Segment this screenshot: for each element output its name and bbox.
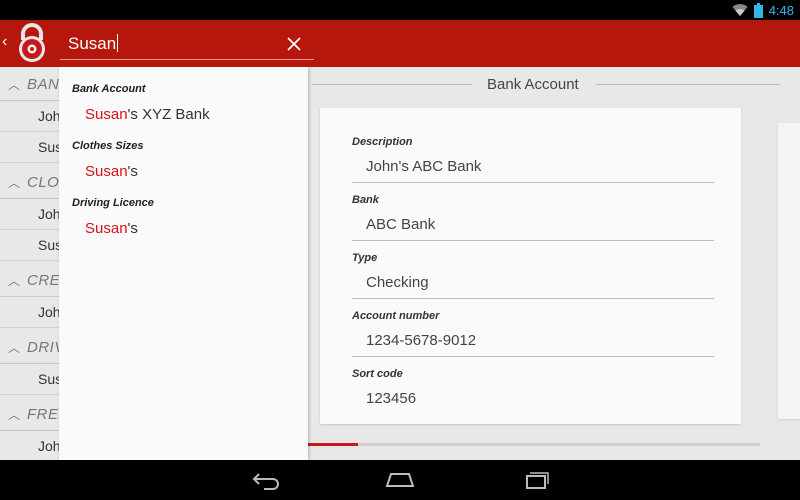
suggestion-group-title: Driving Licence (72, 197, 154, 209)
close-icon[interactable] (282, 32, 306, 56)
suggestion-group-title: Bank Account (72, 83, 146, 95)
next-card-peek[interactable] (778, 123, 800, 419)
divider (352, 356, 714, 357)
chevron-up-icon: ︿ (8, 341, 21, 355)
search-suggestions: Bank Account Susan's XYZ Bank Clothes Si… (59, 67, 308, 460)
divider (352, 298, 714, 299)
wifi-icon (732, 4, 748, 17)
back-icon[interactable] (245, 466, 285, 494)
detail-title: Bank Account (487, 76, 579, 93)
search-field[interactable]: Susan (60, 28, 314, 60)
recent-apps-icon[interactable] (516, 466, 556, 494)
field-value[interactable]: 1234-5678-9012 (352, 332, 714, 356)
chevron-up-icon: ︿ (8, 176, 21, 190)
field-account-number: Account number 1234-5678-9012 (352, 310, 714, 357)
suggestion-item[interactable]: Susan's XYZ Bank (85, 106, 210, 123)
field-bank: Bank ABC Bank (352, 194, 714, 241)
divider (352, 182, 714, 183)
field-description: Description John's ABC Bank (352, 136, 714, 183)
field-value[interactable]: John's ABC Bank (352, 158, 714, 182)
divider (312, 84, 472, 85)
suggestion-item[interactable]: Susan's (85, 163, 138, 180)
clock: 4:48 (768, 2, 794, 18)
field-value[interactable]: 123456 (352, 390, 714, 414)
text-cursor (117, 34, 119, 52)
battery-icon (753, 2, 763, 18)
detail-card: Description John's ABC Bank Bank ABC Ban… (320, 108, 741, 424)
navigation-bar (0, 460, 800, 500)
pager-track (308, 443, 760, 446)
padlock-icon[interactable] (14, 23, 50, 63)
home-icon[interactable] (380, 466, 420, 494)
chevron-up-icon: ︿ (8, 274, 21, 288)
pager-indicator (308, 443, 358, 446)
divider (352, 240, 714, 241)
content-area: ︿ BANK John Susan ︿ CLOTHES SIZES John S… (0, 67, 800, 460)
chevron-up-icon: ︿ (8, 408, 21, 422)
search-input[interactable]: Susan (68, 34, 116, 53)
up-caret-icon[interactable]: ‹ (2, 34, 7, 50)
status-bar: 4:48 (0, 0, 800, 20)
field-value[interactable]: ABC Bank (352, 216, 714, 240)
field-value[interactable]: Checking (352, 274, 714, 298)
field-type: Type Checking (352, 252, 714, 299)
chevron-up-icon: ︿ (8, 78, 21, 92)
action-bar: ‹ Susan (0, 20, 800, 67)
divider (596, 84, 780, 85)
suggestion-item[interactable]: Susan's (85, 220, 138, 237)
field-sort-code: Sort code 123456 (352, 368, 714, 414)
suggestion-group-title: Clothes Sizes (72, 140, 144, 152)
